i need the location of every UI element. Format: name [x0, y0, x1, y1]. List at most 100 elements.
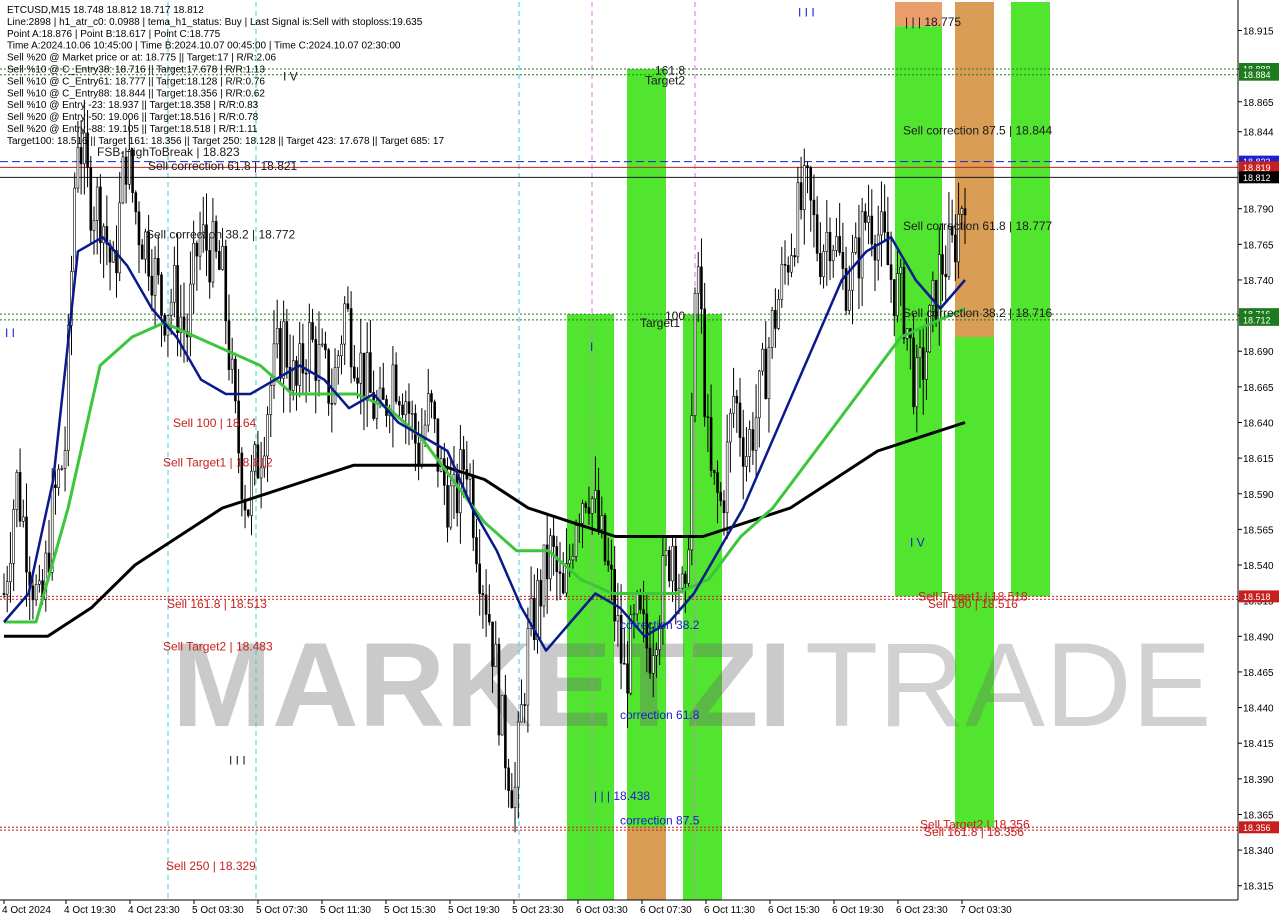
- candle-body: [516, 721, 520, 788]
- time-tick-label: 5 Oct 23:30: [512, 905, 564, 916]
- candle-body: [353, 366, 356, 379]
- candle-body: [851, 252, 854, 291]
- price-tick-label: 18.915: [1243, 27, 1274, 38]
- candle-body: [835, 236, 838, 251]
- price-tick-label: 18.640: [1243, 418, 1274, 429]
- candle-body: [623, 662, 626, 665]
- time-tick-label: 4 Oct 23:30: [128, 905, 180, 916]
- candle-body: [60, 468, 64, 470]
- price-tag-label: 18.884: [1243, 70, 1271, 80]
- info-line: ETCUSD,M15 18.748 18.812 18.717 18.812: [7, 5, 204, 16]
- candle-body: [892, 279, 896, 316]
- candle-body: [246, 509, 250, 516]
- candle-body: [63, 450, 67, 469]
- price-tick-label: 18.415: [1243, 739, 1274, 750]
- chart-annotation: correction 61.8: [620, 708, 700, 722]
- candle-body: [356, 377, 359, 384]
- candle-body: [709, 417, 713, 471]
- candle-body: [802, 165, 806, 210]
- candle-body: [308, 322, 311, 374]
- candle-body: [584, 503, 588, 508]
- candle-body: [963, 208, 967, 216]
- candle-body: [526, 628, 530, 706]
- candle-body: [793, 255, 796, 258]
- candle-body: [324, 343, 327, 351]
- candle-body: [751, 429, 755, 451]
- time-tick-label: 4 Oct 19:30: [64, 905, 116, 916]
- candle-body: [31, 585, 35, 601]
- candle-body: [590, 498, 594, 514]
- candle-body: [719, 492, 723, 502]
- candle-body: [790, 255, 793, 273]
- chart-annotation: 100: [665, 309, 685, 323]
- candle-body: [430, 393, 433, 403]
- time-tick-label: 6 Oct 23:30: [896, 905, 948, 916]
- info-line: Sell %10 @ Entry -23: 18.937 || Target:1…: [7, 100, 259, 111]
- candle-body: [960, 208, 964, 215]
- candle-body: [195, 243, 199, 257]
- candle-body: [497, 643, 501, 736]
- watermark-right: TRADE: [805, 618, 1212, 752]
- candle-body: [401, 404, 404, 416]
- candle-body: [160, 274, 163, 316]
- candle-body: [838, 236, 841, 253]
- candle-body: [860, 211, 864, 279]
- candle-body: [513, 786, 517, 808]
- candle-body: [796, 182, 800, 258]
- candle-body: [208, 250, 211, 283]
- chart-canvas[interactable]: MARKETZI TRADE Sell correction 61.8 | 18.8…: [0, 0, 1280, 920]
- candle-body: [722, 500, 726, 513]
- chart-annotation: Sell Target2 | 18.483: [163, 640, 273, 654]
- candle-body: [915, 357, 919, 408]
- candle-body: [767, 347, 771, 399]
- price-chart[interactable]: MARKETZI TRADE Sell correction 61.8 | 18.8…: [0, 0, 1280, 920]
- candle-body: [735, 395, 739, 404]
- candle-body: [504, 694, 507, 769]
- chart-annotation: I I I: [229, 754, 246, 768]
- candle-body: [330, 402, 334, 405]
- chart-annotation: | | | 18.775: [905, 15, 961, 29]
- candle-body: [725, 441, 729, 513]
- info-line: Sell %20 @ Entry -88: 19.105 || Target:1…: [7, 124, 258, 135]
- candle-body: [343, 303, 346, 345]
- candle-body: [221, 245, 224, 270]
- time-tick-label: 6 Oct 19:30: [832, 905, 884, 916]
- candle-body: [2, 593, 6, 595]
- candle-body: [561, 573, 565, 594]
- candle-body: [642, 609, 645, 615]
- time-tick-label: 6 Oct 07:30: [640, 905, 692, 916]
- candle-body: [426, 393, 430, 426]
- candle-body: [391, 364, 395, 415]
- candle-body: [748, 429, 751, 457]
- candle-body: [510, 790, 514, 808]
- time-tick-label: 6 Oct 11:30: [704, 905, 755, 916]
- candle-body: [99, 186, 102, 244]
- candle-body: [693, 293, 697, 416]
- price-tick-label: 18.315: [1243, 882, 1274, 893]
- candle-body: [754, 417, 758, 451]
- time-tick-label: 5 Oct 15:30: [384, 905, 436, 916]
- info-line: Target100: 18.516 || Target 161: 18.356 …: [7, 136, 444, 147]
- candle-body: [867, 215, 870, 223]
- candle-body: [18, 472, 22, 522]
- candle-body: [799, 182, 803, 210]
- candle-body: [9, 563, 12, 582]
- candle-body: [449, 485, 453, 528]
- candle-body: [369, 352, 372, 393]
- candle-body: [606, 560, 610, 566]
- candle-body: [134, 192, 138, 213]
- candle-body: [941, 254, 944, 275]
- zone-green: [683, 314, 722, 901]
- candle-body: [218, 251, 221, 270]
- candle-body: [648, 647, 652, 674]
- time-tick-label: 5 Oct 19:30: [448, 905, 500, 916]
- candle-body: [420, 438, 424, 466]
- candle-body: [574, 525, 578, 557]
- candle-body: [494, 643, 498, 667]
- chart-annotation: FSB-HighToBreak | 18.823: [97, 145, 240, 159]
- candle-body: [571, 556, 575, 561]
- candle-body: [651, 655, 655, 674]
- price-tick-label: 18.365: [1243, 810, 1274, 821]
- candle-body: [25, 516, 28, 573]
- candle-body: [671, 545, 674, 582]
